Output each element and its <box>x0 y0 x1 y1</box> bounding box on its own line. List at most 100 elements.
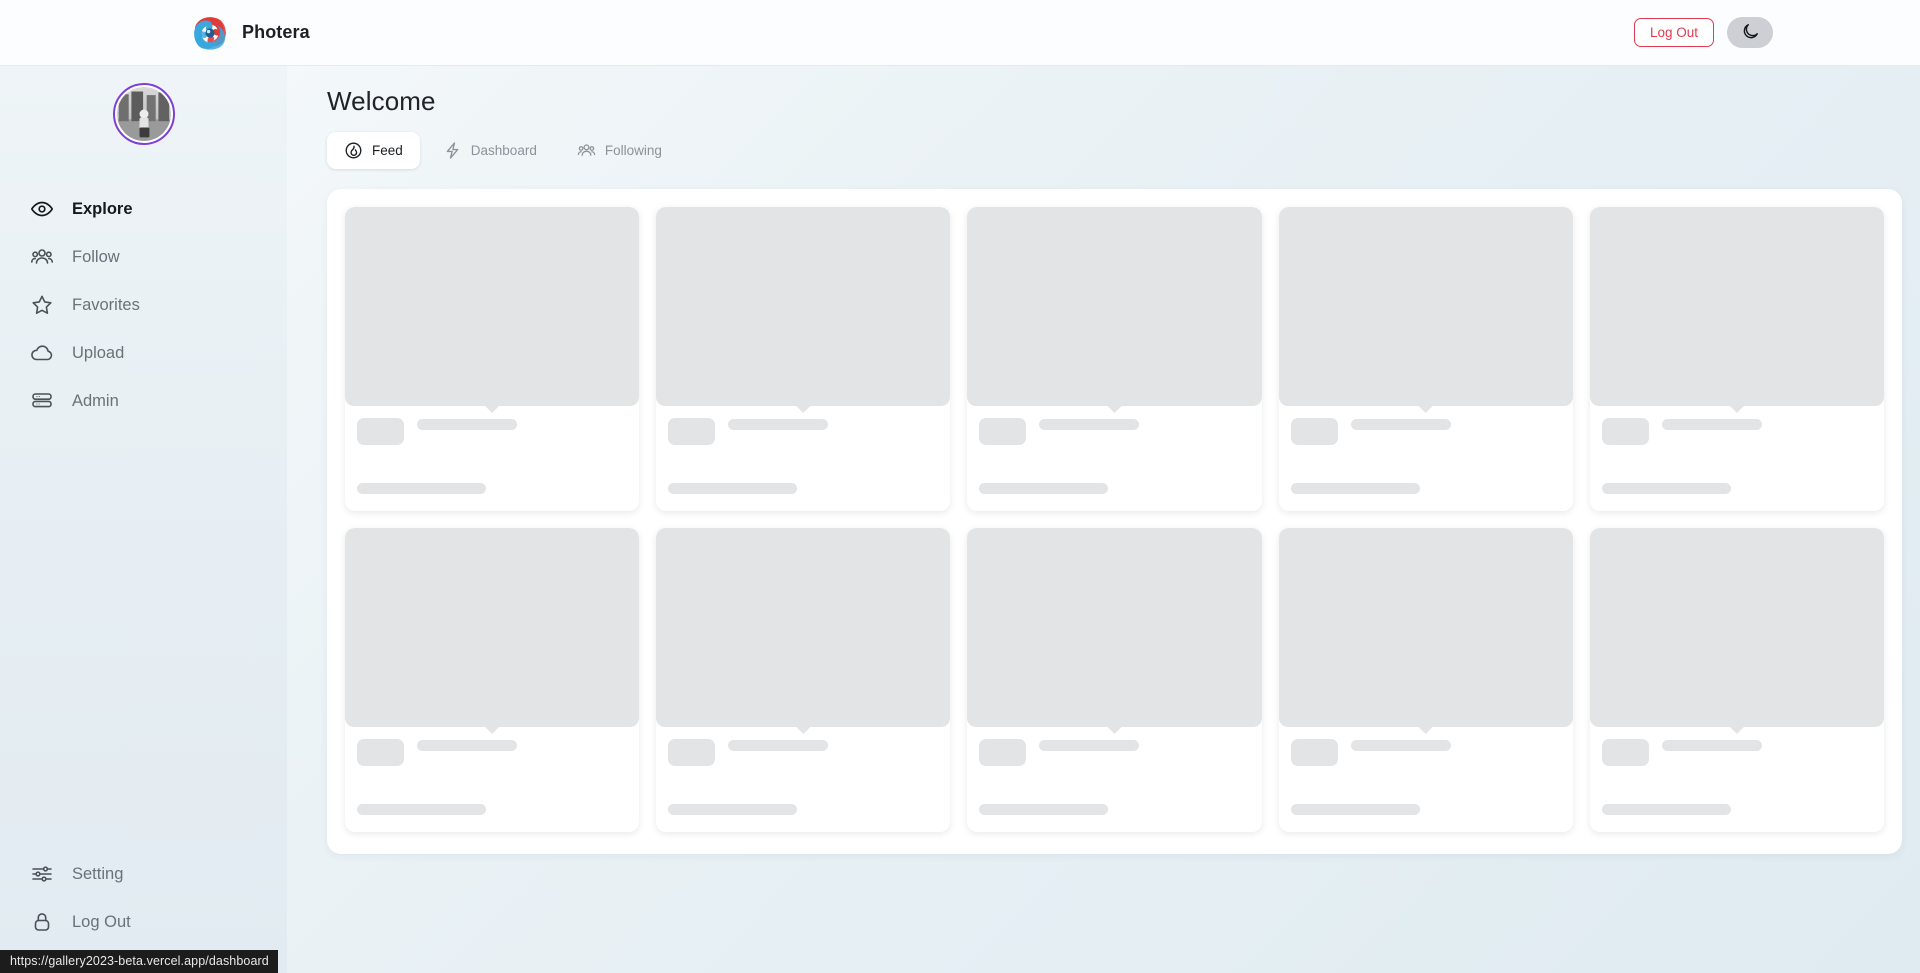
lock-icon <box>30 910 54 934</box>
skeleton-card[interactable] <box>656 207 950 511</box>
skeleton-card[interactable] <box>345 528 639 832</box>
logout-button[interactable]: Log Out <box>1634 18 1714 48</box>
skeleton-image-placeholder <box>345 528 639 727</box>
skeleton-image-placeholder <box>1279 528 1573 727</box>
skeleton-subtitle-placeholder <box>357 483 486 494</box>
skeleton-subtitle-placeholder <box>668 483 797 494</box>
skeleton-title-placeholder <box>1351 419 1451 430</box>
skeleton-title-placeholder <box>1662 740 1762 751</box>
skeleton-image-placeholder <box>1279 207 1573 406</box>
skeleton-subtitle-placeholder <box>1291 483 1420 494</box>
skeleton-card[interactable] <box>1590 528 1884 832</box>
sidebar: Explore Follow Favorites <box>0 66 287 973</box>
skeleton-card-body <box>967 406 1261 511</box>
tab-label: Feed <box>372 143 403 158</box>
skeleton-image-placeholder <box>656 528 950 727</box>
sidebar-item-label: Favorites <box>72 296 140 315</box>
sidebar-item-label: Admin <box>72 392 119 411</box>
dark-mode-toggle[interactable] <box>1727 17 1773 48</box>
sidebar-item-label: Log Out <box>72 913 131 932</box>
skeleton-card-body <box>1590 727 1884 832</box>
sidebar-item-label: Follow <box>72 248 120 267</box>
skeleton-avatar-placeholder <box>979 418 1026 445</box>
skeleton-card[interactable] <box>345 207 639 511</box>
tab-label: Following <box>605 143 662 158</box>
skeleton-image-placeholder <box>1590 207 1884 406</box>
main-content: Welcome Feed Dashboard <box>287 66 1920 973</box>
skeleton-card-body <box>656 727 950 832</box>
skeleton-card-grid <box>345 207 1884 832</box>
sidebar-item-label: Explore <box>72 200 133 219</box>
skeleton-card[interactable] <box>1279 207 1573 511</box>
skeleton-image-placeholder <box>345 207 639 406</box>
sidebar-item-follow[interactable]: Follow <box>0 233 287 281</box>
cloud-icon <box>30 341 54 365</box>
skeleton-card-body <box>345 406 639 511</box>
skeleton-image-placeholder <box>967 528 1261 727</box>
browser-status-bar-url: https://gallery2023-beta.vercel.app/dash… <box>0 950 278 973</box>
skeleton-subtitle-placeholder <box>668 804 797 815</box>
skeleton-card-body <box>656 406 950 511</box>
skeleton-avatar-placeholder <box>1602 418 1649 445</box>
skeleton-avatar-placeholder <box>1602 739 1649 766</box>
skeleton-card[interactable] <box>967 207 1261 511</box>
sidebar-item-label: Setting <box>72 865 123 884</box>
brand[interactable]: Photera <box>190 13 310 53</box>
skeleton-image-placeholder <box>1590 528 1884 727</box>
sidebar-bottom-nav: Setting Log Out <box>0 850 287 946</box>
skeleton-card-body <box>1279 727 1573 832</box>
skeleton-card[interactable] <box>1590 207 1884 511</box>
avatar[interactable] <box>113 83 175 145</box>
sidebar-item-label: Upload <box>72 344 124 363</box>
page-title: Welcome <box>327 86 1902 117</box>
skeleton-card-body <box>345 727 639 832</box>
user-avatar-photo-icon <box>117 87 171 141</box>
top-header-bar: Photera Log Out <box>0 0 1920 66</box>
skeleton-title-placeholder <box>417 740 517 751</box>
skeleton-card-body <box>1590 406 1884 511</box>
skeleton-avatar-placeholder <box>668 418 715 445</box>
sidebar-item-setting[interactable]: Setting <box>0 850 287 898</box>
tab-label: Dashboard <box>471 143 537 158</box>
skeleton-subtitle-placeholder <box>1602 804 1731 815</box>
content-tabs: Feed Dashboard Following <box>327 132 1902 169</box>
tab-feed[interactable]: Feed <box>327 132 420 169</box>
sidebar-item-favorites[interactable]: Favorites <box>0 281 287 329</box>
skeleton-card[interactable] <box>656 528 950 832</box>
skeleton-avatar-placeholder <box>1291 739 1338 766</box>
skeleton-subtitle-placeholder <box>1291 804 1420 815</box>
moon-icon <box>1741 22 1760 44</box>
skeleton-subtitle-placeholder <box>1602 483 1731 494</box>
sidebar-item-admin[interactable]: Admin <box>0 377 287 425</box>
skeleton-avatar-placeholder <box>979 739 1026 766</box>
skeleton-title-placeholder <box>728 740 828 751</box>
skeleton-avatar-placeholder <box>668 739 715 766</box>
header-actions: Log Out <box>1634 17 1773 48</box>
skeleton-title-placeholder <box>728 419 828 430</box>
feed-panel <box>327 189 1902 854</box>
skeleton-avatar-placeholder <box>357 739 404 766</box>
skeleton-title-placeholder <box>417 419 517 430</box>
skeleton-card[interactable] <box>1279 528 1573 832</box>
skeleton-title-placeholder <box>1039 419 1139 430</box>
users-icon <box>30 245 54 269</box>
sidebar-nav: Explore Follow Favorites <box>0 185 287 425</box>
database-icon <box>30 389 54 413</box>
tab-dashboard[interactable]: Dashboard <box>426 132 554 169</box>
skeleton-title-placeholder <box>1662 419 1762 430</box>
skeleton-title-placeholder <box>1351 740 1451 751</box>
lightning-icon <box>443 141 462 160</box>
skeleton-card-body <box>967 727 1261 832</box>
sidebar-item-explore[interactable]: Explore <box>0 185 287 233</box>
sidebar-item-upload[interactable]: Upload <box>0 329 287 377</box>
star-icon <box>30 293 54 317</box>
sliders-icon <box>30 862 54 886</box>
tab-following[interactable]: Following <box>560 132 679 169</box>
skeleton-title-placeholder <box>1039 740 1139 751</box>
skeleton-subtitle-placeholder <box>357 804 486 815</box>
users-icon <box>577 141 596 160</box>
skeleton-card[interactable] <box>967 528 1261 832</box>
skeleton-card-body <box>1279 406 1573 511</box>
flame-icon <box>344 141 363 160</box>
sidebar-item-logout[interactable]: Log Out <box>0 898 287 946</box>
